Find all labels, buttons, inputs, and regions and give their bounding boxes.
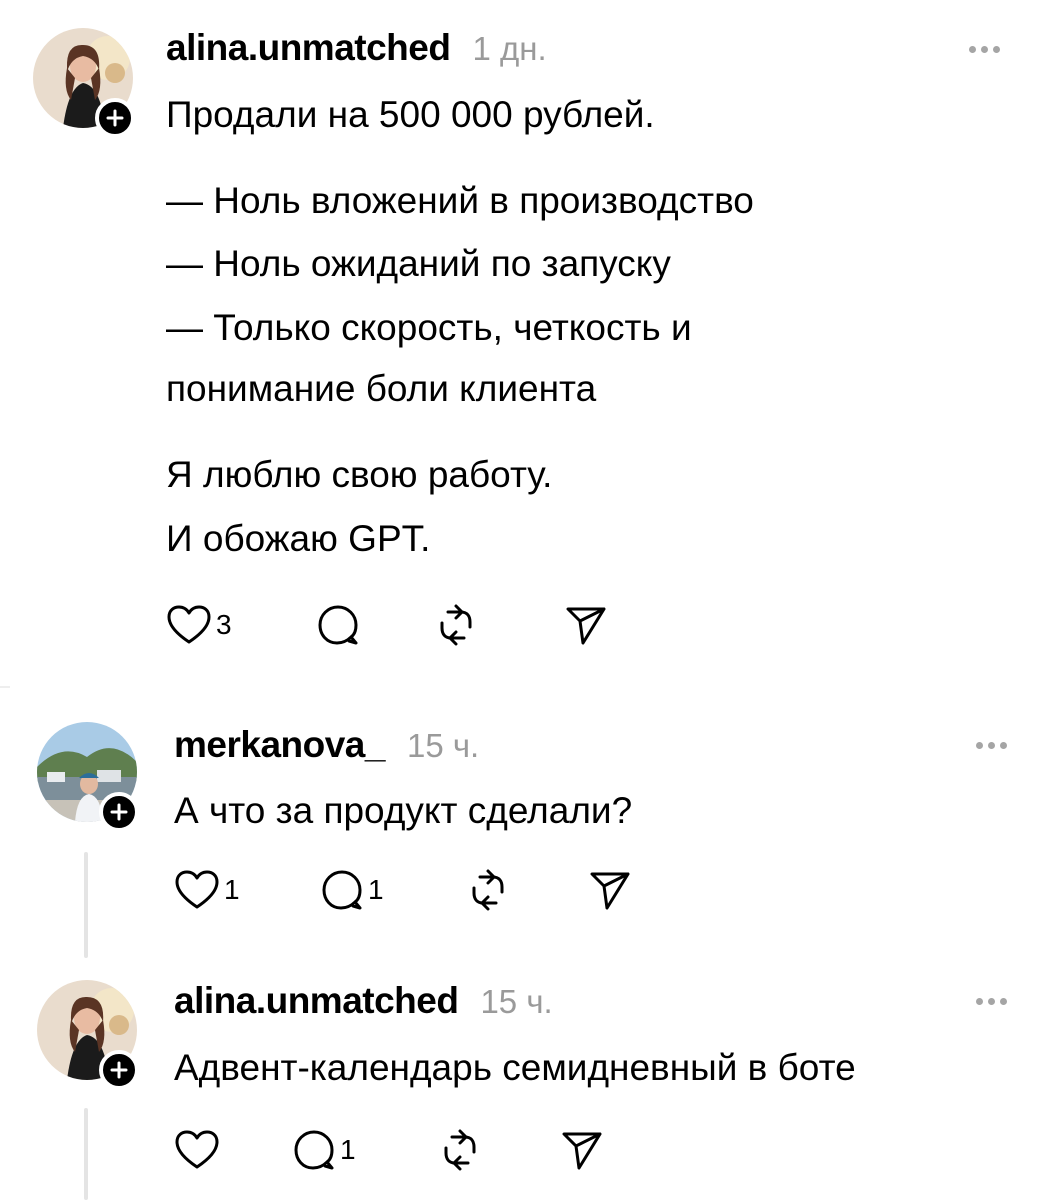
share-button[interactable] bbox=[560, 1128, 604, 1172]
post-header: merkanova_ 15 ч. bbox=[174, 724, 479, 766]
avatar-container[interactable] bbox=[37, 722, 139, 832]
heart-icon bbox=[175, 1130, 219, 1169]
post-text-line: А что за продукт сделали? bbox=[174, 790, 633, 831]
like-count: 1 bbox=[224, 874, 240, 905]
plus-icon bbox=[110, 1061, 128, 1079]
post-time: 15 ч. bbox=[406, 727, 480, 764]
heart-icon bbox=[175, 870, 219, 909]
reply-button[interactable]: 1 bbox=[292, 1128, 438, 1172]
follow-button[interactable] bbox=[99, 792, 139, 832]
comment-icon bbox=[322, 870, 362, 910]
send-icon bbox=[562, 1132, 602, 1170]
repost-button[interactable] bbox=[438, 1128, 560, 1172]
post-header: alina.unmatched 15 ч. bbox=[174, 980, 553, 1022]
like-button[interactable]: 1 bbox=[174, 869, 320, 911]
comment-icon bbox=[294, 1130, 334, 1170]
username[interactable]: merkanova_ bbox=[174, 724, 385, 766]
reply-button[interactable]: 1 bbox=[320, 868, 466, 912]
more-options-button[interactable] bbox=[976, 739, 1016, 751]
avatar-container[interactable] bbox=[37, 980, 139, 1090]
repost-button[interactable] bbox=[466, 868, 588, 912]
more-options-button[interactable] bbox=[976, 995, 1016, 1007]
more-icon bbox=[976, 997, 983, 1005]
send-icon bbox=[590, 872, 630, 910]
more-icon-dot bbox=[1000, 741, 1007, 749]
repost-icon bbox=[444, 1129, 476, 1171]
more-icon bbox=[976, 741, 983, 749]
reply-count: 1 bbox=[340, 1134, 356, 1165]
reply-count: 1 bbox=[368, 874, 384, 905]
more-icon-dot bbox=[1000, 997, 1007, 1005]
post-actions: 1 bbox=[174, 1128, 604, 1172]
plus-icon bbox=[110, 803, 128, 821]
thread-line bbox=[84, 852, 88, 958]
follow-button[interactable] bbox=[99, 1050, 139, 1090]
username[interactable]: alina.unmatched bbox=[174, 980, 459, 1022]
repost-icon bbox=[472, 869, 504, 911]
more-icon-dot bbox=[988, 997, 995, 1005]
post-time: 15 ч. bbox=[480, 983, 553, 1020]
more-icon-dot bbox=[988, 741, 995, 749]
share-button[interactable] bbox=[588, 868, 632, 912]
like-button[interactable] bbox=[174, 1129, 292, 1171]
post-actions: 1 1 bbox=[174, 868, 632, 912]
